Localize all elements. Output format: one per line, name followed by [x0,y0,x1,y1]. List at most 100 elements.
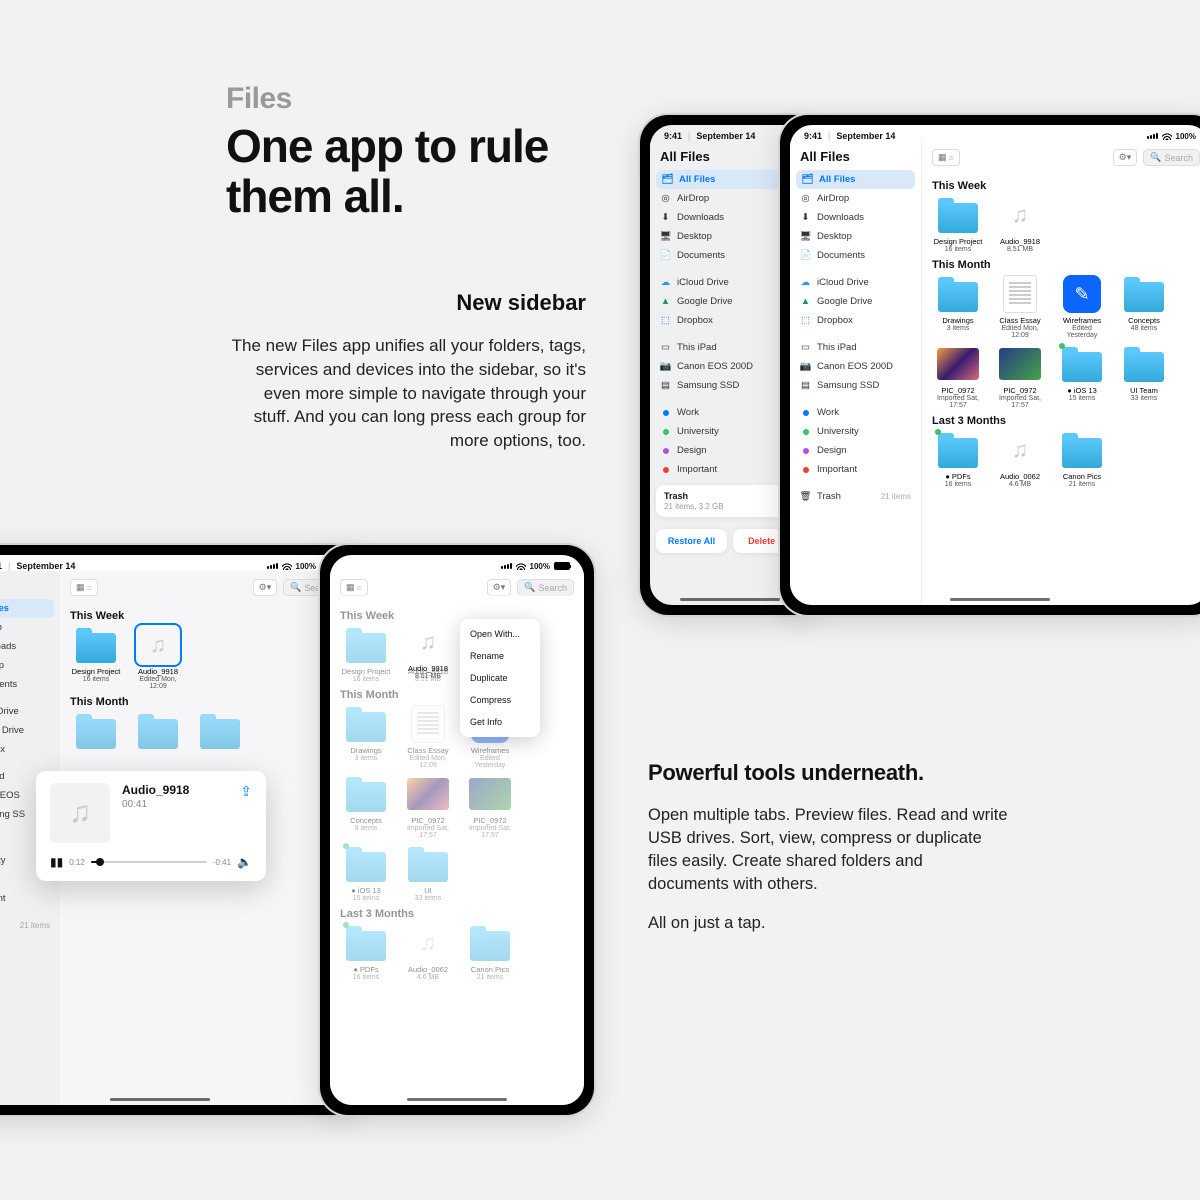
file-item-focused[interactable]: ♫ Audio_9918 8.51 MB [402,623,454,680]
ipad-icon: ▭ [800,342,811,353]
file-item-selected[interactable]: ♫ Audio_9918 Edited Mon, 12:09 [132,626,184,690]
status-bar: 9:41|September 14 100% [0,555,350,571]
volume-icon[interactable]: 🔈 [237,855,252,869]
sidebar-item[interactable]: ⬚Dropbox [790,311,921,330]
search-input[interactable]: 🔍Search [1143,149,1200,166]
sidebar-item[interactable]: ⬇︎Downloads [790,208,921,227]
gdrive-icon: ▲ [660,296,671,307]
sidebar-item[interactable]: ☁︎iCloud Drive [790,273,921,292]
file-item[interactable]: PIC_0972Imported Sat, 17:57 [932,345,984,409]
status-bar: 100% [330,555,584,571]
desktop-icon: 🖥 [800,231,811,242]
dropbox-icon: ⬚ [800,315,811,326]
sidebar-item[interactable]: l Files [0,599,54,618]
tools-body: Open multiple tabs. Preview files. Read … [648,804,1008,896]
eyebrow: Files [226,82,548,116]
file-item[interactable]: Design Project16 items [932,196,984,253]
context-menu[interactable]: Open With... Rename Duplicate Compress G… [460,619,540,737]
sidebar-tag[interactable]: Work [790,403,921,422]
file-item[interactable]: ♫ Audio_00624.6 MB [994,431,1046,488]
sidebar-item[interactable]: ocuments [0,675,60,694]
sidebar-item[interactable]: 🖥Desktop [790,227,921,246]
sidebar-item[interactable]: ropbox [0,740,60,759]
ipad-front-a: 9:41|September 14 100% All Files 🗂All Fi… [780,115,1200,615]
sort-button[interactable]: ⚙︎▾ [487,579,512,596]
icloud-icon: ☁︎ [800,277,811,288]
sidebar-item[interactable]: esktop [0,656,60,675]
home-indicator[interactable] [950,598,1050,601]
sidebar-item[interactable]: 📷Canon EOS 200D [790,357,921,376]
sidebar-item[interactable]: loud Drive [0,702,60,721]
file-item[interactable]: Drawings3 items [932,275,984,339]
file-item[interactable]: Design Project 16 items [70,626,122,690]
camera-icon: 📷 [660,361,671,372]
sidebar-item[interactable]: 🗂All Files [796,170,915,189]
doc-icon: 📄 [800,250,811,261]
restore-all-button[interactable]: Restore All [656,529,727,553]
menu-item[interactable]: Open With... [460,623,540,645]
file-item[interactable]: ♫ Audio_99188.51 MB [994,196,1046,253]
file-item[interactable]: Class EssayEdited Mon, 12:09 [994,275,1046,339]
ssd-icon: ▤ [660,380,671,391]
desktop-icon: 🖥 [660,231,671,242]
sort-button[interactable]: ⚙︎▾ [1113,149,1138,166]
file-item[interactable]: ✎ WireframesEdited Yesterday [1056,275,1108,339]
file-item[interactable]: Canon Pics21 items [1056,431,1108,488]
status-bar: 9:41|September 14 100% [790,125,1200,141]
search-input[interactable]: 🔍Search [517,579,574,596]
sidebar-tag[interactable]: Design [790,441,921,460]
view-toggle[interactable]: ▦≡ [932,149,960,166]
section-label: This Month [932,259,1200,271]
file-item[interactable]: PIC_0972Imported Sat, 17:57 [994,345,1046,409]
menu-item[interactable]: Compress [460,689,540,711]
file-item[interactable]: ● iOS 1315 items [1056,345,1108,409]
sidebar-item[interactable]: ▲Google Drive [790,292,921,311]
sidebar-item[interactable]: oogle Drive [0,721,60,740]
sidebar-item[interactable]: portant [0,889,60,908]
headline-block: Files One app to rule them all. [226,82,548,221]
view-toggle[interactable]: ▦ ≡ [340,579,368,596]
seek-bar[interactable] [91,861,207,863]
sidebar-item[interactable]: ▤Samsung SSD [790,376,921,395]
icloud-icon: ☁︎ [660,277,671,288]
sort-button[interactable]: ⚙︎▾ [253,579,278,596]
airdrop-icon: ◎ [800,193,811,204]
tools-tag: All on just a tap. [648,914,1008,933]
sidebar-item[interactable]: ▭This iPad [790,338,921,357]
menu-item[interactable]: Duplicate [460,667,540,689]
sidebar-tag[interactable]: University [790,422,921,441]
tools-title: Powerful tools underneath. [648,760,1008,786]
menu-item[interactable]: Get Info [460,711,540,733]
menu-item[interactable]: Rename [460,645,540,667]
search-icon: 🔍 [1150,152,1161,163]
file-item[interactable]: Concepts48 items [1118,275,1170,339]
view-toggle[interactable]: ▦ ≡ [70,579,98,596]
sidebar-item[interactable]: irDrop [0,618,60,637]
tools-block: Powerful tools underneath. Open multiple… [648,760,1008,933]
airdrop-icon: ◎ [660,193,671,204]
sidebar-trash[interactable]: 🗑Trash21 items [790,487,921,506]
sidebar-item[interactable]: ownloads [0,637,60,656]
download-icon: ⬇︎ [660,212,671,223]
home-indicator[interactable] [407,1098,507,1101]
sub-title: New sidebar [226,290,586,316]
file-item[interactable]: ● PDFs16 items [932,431,984,488]
trash-icon: 🗑 [800,491,811,502]
home-indicator[interactable] [110,1098,210,1101]
section-label: This Week [932,180,1200,192]
sidebar-item[interactable]: ash21 items [0,916,60,935]
modal-backdrop[interactable] [330,595,584,1105]
dropbox-icon: ⬚ [660,315,671,326]
play-pause-button[interactable]: ▮▮ [50,855,63,869]
hero-title: One app to rule them all. [226,122,548,221]
share-icon[interactable]: ⇪ [240,783,252,843]
ipad-front-b: 100% ▦ ≡ ⚙︎▾ 🔍Search This Week Design Pr… [320,545,594,1115]
sidebar-item[interactable]: ◎AirDrop [790,189,921,208]
home-indicator[interactable] [680,598,780,601]
gdrive-icon: ▲ [800,296,811,307]
camera-icon: 📷 [800,361,811,372]
file-item[interactable]: UI Team33 items [1118,345,1170,409]
sidebar-tag[interactable]: Important [790,460,921,479]
sidebar-item[interactable]: 📄Documents [790,246,921,265]
audio-preview-card[interactable]: ♫ Audio_9918 00:41 ⇪ ▮▮ 0:12 -0:41 🔈 [36,771,266,881]
